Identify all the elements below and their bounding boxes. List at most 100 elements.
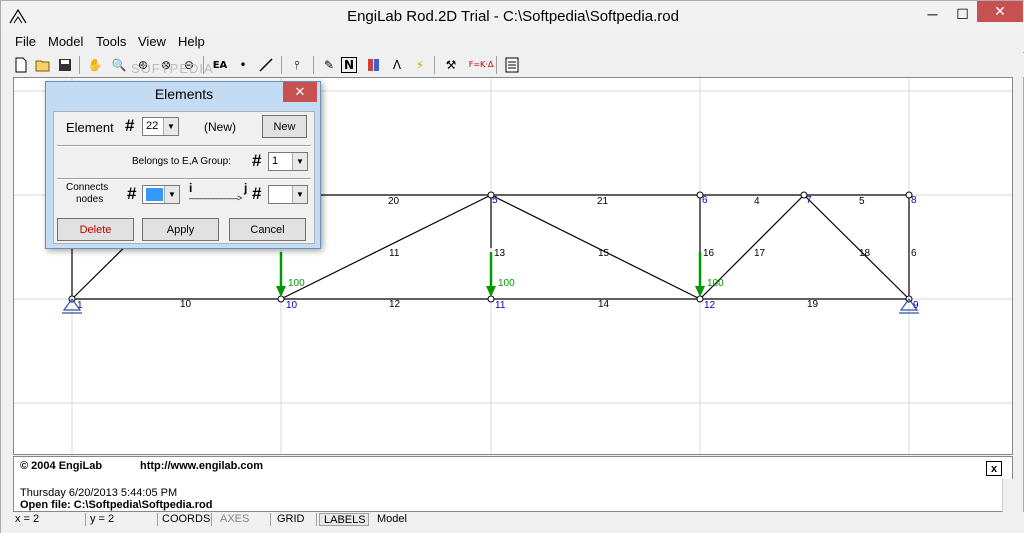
- menu-view[interactable]: View: [138, 34, 166, 49]
- svg-text:5: 5: [859, 196, 865, 207]
- node-label-12: 12: [704, 300, 716, 311]
- svg-text:18: 18: [859, 248, 871, 259]
- menu-model[interactable]: Model: [48, 34, 83, 49]
- support-icon[interactable]: ⫯: [287, 55, 307, 75]
- element-number-select[interactable]: 22 ▼: [142, 117, 179, 136]
- svg-text:11: 11: [389, 248, 400, 259]
- title-bar[interactable]: EngiLab Rod.2D Trial - C:\Softpedia\Soft…: [1, 1, 1024, 32]
- svg-text:16: 16: [703, 248, 715, 259]
- load-labels: 100 100 100: [288, 278, 724, 289]
- log-open-file: Open file: C:\Softpedia\Softpedia.rod: [20, 499, 213, 511]
- log-close-button[interactable]: x: [986, 461, 1002, 476]
- node-label-8: 8: [911, 195, 917, 206]
- svg-text:10: 10: [180, 299, 192, 310]
- node-label-7: 7: [806, 195, 812, 206]
- apply-button[interactable]: Apply: [142, 218, 219, 241]
- material-icon[interactable]: [364, 55, 384, 75]
- save-icon[interactable]: [55, 55, 75, 75]
- menu-tools[interactable]: Tools: [96, 34, 126, 49]
- svg-text:15: 15: [598, 248, 610, 259]
- message-log[interactable]: © 2004 EngiLab http://www.engilab.com Th…: [13, 456, 1013, 512]
- log-copyright: © 2004 EngiLab: [20, 460, 103, 472]
- chevron-down-icon: ▼: [163, 118, 178, 135]
- delete-button[interactable]: Delete: [57, 218, 134, 241]
- nodes-label: nodes: [76, 194, 104, 205]
- tools-icon[interactable]: ⚒: [441, 55, 461, 75]
- node-label-1: 1: [77, 300, 83, 311]
- svg-text:19: 19: [807, 299, 819, 310]
- toolbar: ✋ 🔍 ⊕ ⊗ ⊖ EA • ⫯ ✎ N Λ ⚡ ⚒ F=K·Δ SOFTPED…: [1, 53, 1024, 77]
- load-label: 100: [288, 278, 305, 289]
- node-label-10: 10: [286, 300, 298, 311]
- node-j-select[interactable]: ▼: [268, 185, 308, 204]
- log-timestamp: Thursday 6/20/2013 5:44:05 PM: [20, 487, 178, 499]
- maximize-button[interactable]: ☐: [949, 1, 976, 27]
- grid-toggle[interactable]: GRID: [271, 513, 317, 526]
- svg-text:17: 17: [754, 248, 766, 259]
- svg-text:20: 20: [388, 196, 400, 207]
- zoom-window-icon[interactable]: 🔍: [109, 55, 129, 75]
- status-y: y = 2: [86, 513, 158, 526]
- labels-toggle[interactable]: LABELS: [319, 513, 369, 526]
- node-j-hash: #: [252, 184, 262, 203]
- pan-hand-icon[interactable]: ✋: [85, 55, 105, 75]
- cancel-button[interactable]: Cancel: [229, 218, 306, 241]
- node-label-6: 6: [702, 195, 708, 206]
- chevron-down-icon: ▼: [292, 153, 307, 170]
- coords-toggle[interactable]: COORDS: [158, 513, 212, 526]
- pencil-icon[interactable]: ✎: [319, 55, 339, 75]
- numbering-icon[interactable]: N: [341, 57, 357, 73]
- svg-text:13: 13: [494, 248, 506, 259]
- report-icon[interactable]: [502, 55, 522, 75]
- load-label: 100: [707, 278, 724, 289]
- connection-arrow: ——————>: [189, 193, 242, 203]
- node-label-5: 5: [492, 195, 498, 206]
- group-label: Belongs to E,A Group:: [132, 156, 231, 167]
- node-icon[interactable]: •: [233, 55, 253, 75]
- dialog-title[interactable]: Elements: [46, 86, 322, 102]
- elements-dialog: Elements ✕ Element # 22 ▼ (New) New Belo…: [45, 81, 321, 249]
- new-file-icon[interactable]: [11, 55, 31, 75]
- log-url[interactable]: http://www.engilab.com: [140, 460, 263, 472]
- status-bar: x = 2 y = 2 COORDS AXES GRID LABELS Mode…: [1, 512, 1024, 533]
- node-i-select[interactable]: ▼: [142, 185, 180, 204]
- triangle-icon[interactable]: Λ: [387, 55, 407, 75]
- node-label-9: 9: [913, 300, 919, 311]
- loads: [276, 252, 705, 297]
- dialog-close-button[interactable]: ✕: [283, 82, 317, 102]
- element-hash: #: [125, 116, 135, 135]
- close-window-button[interactable]: ✕: [977, 1, 1023, 22]
- new-element-button[interactable]: New: [262, 115, 307, 138]
- group-select[interactable]: 1 ▼: [268, 152, 308, 171]
- menu-help[interactable]: Help: [178, 34, 205, 49]
- load-bolt-icon[interactable]: ⚡: [410, 55, 430, 75]
- dialog-body: Element # 22 ▼ (New) New Belongs to E,A …: [53, 111, 315, 244]
- svg-text:4: 4: [754, 196, 760, 207]
- menu-file[interactable]: File: [15, 34, 36, 49]
- svg-text:14: 14: [598, 299, 610, 310]
- element-new-state: (New): [204, 120, 236, 134]
- minimize-button[interactable]: ─: [919, 1, 946, 27]
- app-window: EngiLab Rod.2D Trial - C:\Softpedia\Soft…: [0, 0, 1024, 533]
- node-i-hash: #: [127, 184, 137, 203]
- j-label: j: [244, 181, 248, 195]
- status-x: x = 2: [11, 513, 86, 526]
- fka-icon[interactable]: F=K·Δ: [469, 55, 494, 75]
- status-mode: Model: [377, 513, 407, 525]
- connects-label: Connects: [66, 182, 109, 193]
- toolbar-watermark: SOFTPEDIA: [131, 61, 214, 76]
- log-scrollbar[interactable]: [1002, 479, 1013, 512]
- svg-text:12: 12: [389, 299, 401, 310]
- menu-bar: File Model Tools View Help: [1, 32, 1024, 52]
- chevron-down-icon: ▼: [292, 186, 307, 203]
- chevron-down-icon: ▼: [164, 186, 179, 203]
- axes-toggle[interactable]: AXES: [216, 513, 271, 526]
- load-label: 100: [498, 278, 515, 289]
- open-folder-icon[interactable]: [33, 55, 53, 75]
- element-line-icon[interactable]: [256, 55, 276, 75]
- svg-text:6: 6: [911, 248, 917, 259]
- node-label-11: 11: [495, 300, 506, 311]
- group-hash: #: [252, 151, 262, 170]
- svg-text:21: 21: [597, 196, 609, 207]
- element-label: Element: [66, 120, 114, 135]
